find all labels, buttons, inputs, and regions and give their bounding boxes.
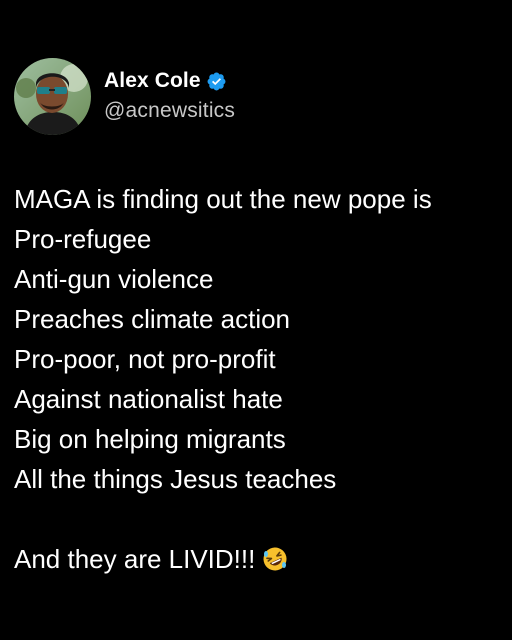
closing-line: And they are LIVID!!!	[14, 539, 504, 579]
post-body: MAGA is finding out the new pope is Pro-…	[14, 179, 504, 579]
post-header: Alex Cole @acnewsitics	[14, 58, 235, 135]
author-handle[interactable]: @acnewsitics	[104, 99, 235, 123]
post-line: Against nationalist hate	[14, 384, 283, 414]
post-line: MAGA is finding out the new pope is	[14, 184, 432, 214]
author-name[interactable]: Alex Cole	[104, 69, 201, 93]
post-line: Anti-gun violence	[14, 264, 214, 294]
closing-text: And they are LIVID!!!	[14, 544, 256, 574]
post-line: Pro-refugee	[14, 224, 152, 254]
post-card: Alex Cole @acnewsitics MAGA is finding o…	[0, 0, 512, 640]
post-line: Pro-poor, not pro-profit	[14, 344, 276, 374]
author-avatar[interactable]	[14, 58, 91, 135]
rolling-on-floor-laughing-emoji	[262, 546, 288, 572]
post-line: Preaches climate action	[14, 304, 291, 334]
verified-badge-icon	[206, 71, 227, 92]
author-identity: Alex Cole @acnewsitics	[104, 69, 235, 123]
post-line: All the things Jesus teaches	[14, 464, 337, 494]
name-row: Alex Cole	[104, 66, 235, 96]
profile-photo	[14, 58, 91, 135]
post-line: Big on helping migrants	[14, 424, 286, 454]
